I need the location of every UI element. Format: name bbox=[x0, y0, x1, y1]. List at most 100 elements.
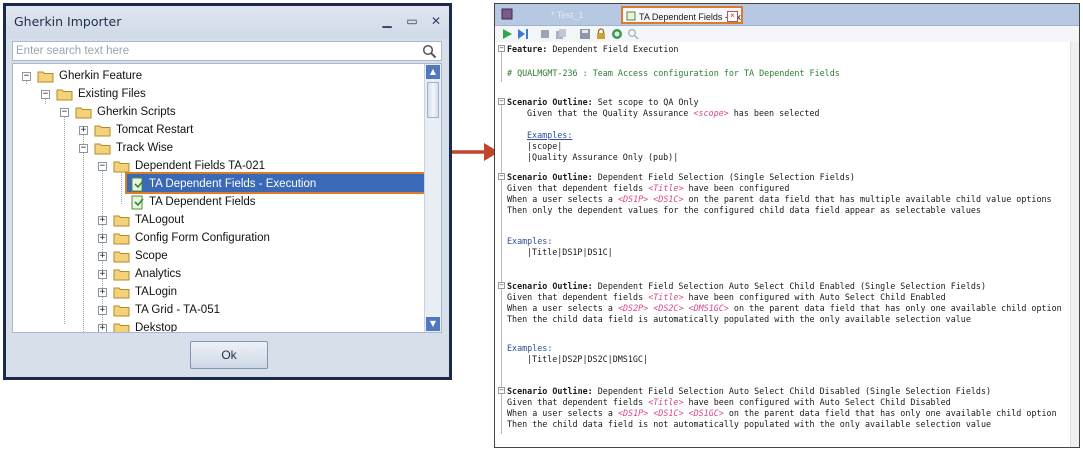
tree-item-label: TALogin bbox=[135, 286, 177, 298]
tree-item-talogin[interactable]: + TALogin bbox=[95, 284, 395, 302]
expand-icon[interactable]: + bbox=[98, 288, 107, 297]
tree-item-label: TA Grid - TA-051 bbox=[135, 304, 220, 316]
line-text: Dependent Field Selection (Single Select… bbox=[592, 172, 855, 182]
scroll-up-icon[interactable]: ▲ bbox=[426, 65, 440, 79]
tree-scrollbar[interactable]: ▲ ▼ bbox=[424, 64, 441, 332]
minimize-icon[interactable]: ▁ bbox=[378, 13, 396, 29]
expand-icon[interactable]: + bbox=[98, 270, 107, 279]
expand-icon[interactable]: + bbox=[98, 252, 107, 261]
folder-icon bbox=[37, 71, 54, 83]
comment-text: # QUALMGMT-236 : Team Access configurati… bbox=[507, 68, 840, 78]
collapse-icon[interactable]: − bbox=[79, 144, 88, 153]
run-icon[interactable] bbox=[501, 28, 513, 40]
maximize-icon[interactable]: ▭ bbox=[403, 13, 421, 29]
fold-icon[interactable]: − bbox=[498, 282, 505, 289]
collapse-icon[interactable]: − bbox=[60, 108, 69, 117]
fold-icon[interactable]: − bbox=[498, 98, 505, 105]
line-text: Then only the dependent values for the c… bbox=[507, 205, 981, 215]
tree-item-ta-dependent-fields[interactable]: TA Dependent Fields bbox=[127, 194, 423, 212]
tree-item-dependent-fields-ta-021[interactable]: − Dependent Fields TA-021 bbox=[95, 158, 395, 176]
collapse-icon[interactable]: − bbox=[41, 90, 50, 99]
scroll-thumb[interactable] bbox=[427, 82, 439, 118]
fold-icon[interactable]: − bbox=[498, 45, 505, 52]
code-line-examples: Examples: bbox=[507, 236, 552, 247]
tree-item-dekstop[interactable]: + Dekstop bbox=[95, 320, 395, 333]
line-text: When a user selects a bbox=[507, 303, 618, 313]
code-line-step: Then the child data field is not automat… bbox=[507, 419, 991, 430]
line-text: have been configured bbox=[683, 183, 790, 193]
keyword: Scenario Outline: bbox=[507, 281, 593, 291]
feature-editor: * Test_1 TA Dependent Fields - Ex × − − … bbox=[494, 3, 1080, 448]
tab-test-1[interactable]: * Test_1 bbox=[523, 6, 619, 24]
tree-item-analytics[interactable]: + Analytics bbox=[95, 266, 395, 284]
expand-icon[interactable]: + bbox=[98, 306, 107, 315]
step-icon[interactable] bbox=[517, 28, 529, 40]
code-line-step: Given that the Quality Assurance <scope>… bbox=[527, 108, 819, 119]
tree-item-existing-files[interactable]: − Existing Files bbox=[38, 86, 338, 104]
cut-icon[interactable] bbox=[539, 28, 551, 40]
tab-ta-dependent-fields[interactable]: TA Dependent Fields - Ex × bbox=[621, 6, 743, 24]
table-text: |Quality Assurance Only (pub)| bbox=[527, 152, 679, 162]
close-icon[interactable]: ✕ bbox=[427, 13, 445, 29]
folder-icon bbox=[113, 233, 130, 245]
line-text: Given that dependent fields bbox=[507, 397, 649, 407]
editor-tabbar: * Test_1 TA Dependent Fields - Ex × bbox=[495, 4, 1079, 26]
gherkin-file-icon bbox=[131, 177, 144, 192]
tree-item-tomcat-restart[interactable]: + Tomcat Restart bbox=[76, 122, 376, 140]
code-line-scenario: Scenario Outline: Set scope to QA Only bbox=[507, 97, 699, 108]
tree-item-config-form-configuration[interactable]: + Config Form Configuration bbox=[95, 230, 395, 248]
dialog-titlebar[interactable]: Gherkin Importer ▁ ▭ ✕ bbox=[6, 6, 449, 38]
collapse-icon[interactable]: − bbox=[98, 162, 107, 171]
folder-icon bbox=[94, 143, 111, 155]
collapse-icon[interactable]: − bbox=[22, 72, 31, 81]
save-icon[interactable] bbox=[579, 28, 591, 40]
code-line-step: When a user selects a <DS1P> <DS1C> <DS1… bbox=[507, 408, 1057, 419]
code-line-table: |Title|DS1P|DS1C| bbox=[527, 247, 613, 258]
expand-icon[interactable]: + bbox=[98, 216, 107, 225]
search-icon[interactable] bbox=[422, 44, 437, 59]
parameter-text: <DS2P> <DS2C> <DMS1GC> bbox=[617, 303, 729, 313]
line-text: When a user selects a bbox=[507, 408, 618, 418]
tree-item-gherkin-scripts[interactable]: − Gherkin Scripts bbox=[57, 104, 357, 122]
expand-icon[interactable]: + bbox=[79, 126, 88, 135]
refresh-icon[interactable] bbox=[611, 28, 623, 40]
code-area[interactable]: − − − − − Feature: Dependent Field Execu… bbox=[495, 42, 1079, 447]
search-icon[interactable] bbox=[627, 28, 639, 40]
screenshot-composite: Gherkin Importer ▁ ▭ ✕ Enter search text… bbox=[0, 0, 1083, 452]
tree-item-label: Dekstop bbox=[135, 322, 178, 333]
lock-icon[interactable] bbox=[595, 28, 607, 40]
fold-guide bbox=[501, 52, 502, 82]
folder-icon bbox=[113, 305, 130, 317]
line-text: Given that dependent fields bbox=[507, 183, 649, 193]
close-tab-icon[interactable]: × bbox=[727, 11, 738, 22]
ok-button[interactable]: Ok bbox=[190, 341, 268, 369]
expand-icon[interactable]: + bbox=[98, 234, 107, 243]
fold-guide bbox=[501, 394, 502, 434]
parameter-text: <Title> bbox=[648, 183, 684, 193]
code-line-step: Given that dependent fields <Title> have… bbox=[507, 183, 789, 194]
arrow-right-icon bbox=[452, 143, 499, 161]
search-input[interactable] bbox=[16, 43, 411, 59]
tree-item-gherkin-feature[interactable]: − Gherkin Feature bbox=[19, 68, 319, 86]
tree-item-ta-grid-ta-051[interactable]: + TA Grid - TA-051 bbox=[95, 302, 395, 320]
fold-icon[interactable]: − bbox=[498, 387, 505, 394]
code-line-step: Then the child data field is automatical… bbox=[507, 314, 971, 325]
parameter-text: <Title> bbox=[648, 292, 684, 302]
gherkin-importer-dialog: Gherkin Importer ▁ ▭ ✕ Enter search text… bbox=[3, 3, 452, 380]
line-text: have been configured with Auto Select Ch… bbox=[683, 292, 946, 302]
tree-item-label: TA Dependent Fields - Execution bbox=[149, 178, 317, 190]
tree-item-talogout[interactable]: + TALogout bbox=[95, 212, 395, 230]
fold-icon[interactable]: − bbox=[498, 173, 505, 180]
folder-icon bbox=[113, 269, 130, 281]
copy-icon[interactable] bbox=[555, 28, 567, 40]
code-line-scenario: Scenario Outline: Dependent Field Select… bbox=[507, 386, 991, 397]
scroll-down-icon[interactable]: ▼ bbox=[426, 317, 440, 331]
line-text: Then the child data field is automatical… bbox=[507, 314, 971, 324]
tree-item-scope[interactable]: + Scope bbox=[95, 248, 395, 266]
code-line-examples: Examples: bbox=[507, 343, 552, 354]
tree-item-label: Scope bbox=[135, 250, 168, 262]
editor-scrollbar[interactable] bbox=[1070, 42, 1079, 447]
expand-icon[interactable]: + bbox=[98, 324, 107, 332]
tree-item-ta-dependent-fields-execution[interactable]: TA Dependent Fields - Execution bbox=[127, 176, 423, 194]
tree-item-track-wise[interactable]: − Track Wise bbox=[76, 140, 376, 158]
